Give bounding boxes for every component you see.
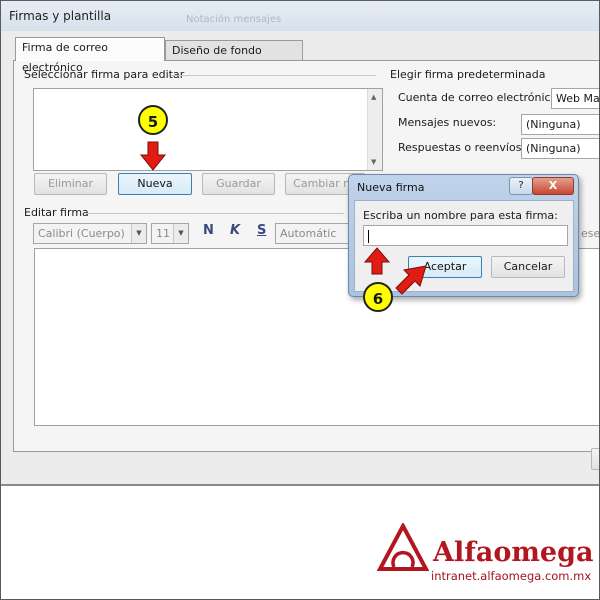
background-window-title: Notación mensajes (186, 14, 282, 25)
font-size-select[interactable]: 11 ▼ (151, 223, 189, 244)
chevron-down-icon[interactable]: ▼ (131, 224, 146, 243)
scroll-down-icon[interactable]: ▼ (371, 158, 376, 166)
edit-signature-label: Editar firma (24, 206, 89, 219)
arrow-up-icon (364, 247, 390, 275)
arrow-down-icon (139, 141, 167, 171)
help-button[interactable]: ? (509, 177, 533, 195)
italic-button[interactable]: K (230, 223, 240, 238)
account-value: Web Mas (556, 92, 600, 105)
font-color-select[interactable]: Automátic (275, 223, 351, 244)
font-select[interactable]: Calibri (Cuerpo) ▼ (33, 223, 147, 244)
new-signature-dialog: Nueva firma ? X Escriba un nombre para e… (348, 174, 579, 297)
delete-button[interactable]: Eliminar (34, 173, 107, 195)
arrow-diagonal-icon (395, 265, 427, 295)
new-button[interactable]: Nueva (118, 173, 192, 195)
signature-name-input[interactable] (363, 225, 568, 246)
cancel-button[interactable]: Cancelar (491, 256, 565, 278)
scroll-up-icon[interactable]: ▲ (371, 93, 376, 101)
brand-url: intranet.alfaomega.com.mx (431, 569, 592, 583)
new-signature-title: Nueva firma (357, 181, 425, 194)
chevron-down-icon[interactable]: ▼ (173, 224, 188, 243)
step-badge-6: 6 (363, 282, 393, 312)
step-badge-5: 5 (138, 105, 168, 135)
new-messages-label: Mensajes nuevos: (398, 116, 497, 129)
default-signature-heading: Elegir firma predeterminada (390, 68, 546, 81)
divider (171, 75, 376, 76)
replies-select[interactable]: (Ninguna) (521, 138, 599, 159)
ok-button-partial[interactable] (591, 448, 599, 470)
new-signature-body: Escriba un nombre para esta firma: Acept… (354, 200, 574, 292)
tab-personal-stationery[interactable]: Diseño de fondo personal (165, 40, 303, 77)
font-value: Calibri (Cuerpo) (38, 227, 125, 240)
signature-list[interactable]: ▲ ▼ (33, 88, 383, 171)
underline-button[interactable]: S (257, 223, 266, 238)
replies-value: (Ninguna) (526, 142, 581, 155)
font-size-value: 11 (156, 227, 170, 240)
list-scrollbar[interactable]: ▲ ▼ (367, 89, 382, 170)
screenshot-frame: Firmas y plantilla Notación mensajes Fir… (0, 0, 600, 600)
new-messages-value: (Ninguna) (526, 118, 581, 131)
close-button[interactable]: X (532, 177, 574, 195)
brand-name: Alfaomega (433, 537, 594, 568)
save-button[interactable]: Guardar (202, 173, 275, 195)
divider (86, 213, 344, 214)
font-color-value: Automátic (280, 227, 337, 240)
text-cursor-icon (368, 229, 369, 243)
account-select[interactable]: Web Mas (551, 88, 600, 109)
account-label: Cuenta de correo electrónico: (398, 91, 562, 104)
bold-button[interactable]: N (203, 223, 214, 238)
tab-email-signature[interactable]: Firma de correo electrónico (15, 37, 165, 74)
alfaomega-logo-icon (377, 523, 429, 571)
toolbar-cut-text: esen (581, 227, 600, 240)
window-title: Firmas y plantilla (9, 9, 112, 23)
title-bar: Firmas y plantilla Notación mensajes (1, 1, 599, 31)
signature-name-prompt: Escriba un nombre para esta firma: (363, 209, 558, 222)
replies-label: Respuestas o reenvíos: (398, 141, 526, 154)
new-messages-select[interactable]: (Ninguna) (521, 114, 599, 135)
